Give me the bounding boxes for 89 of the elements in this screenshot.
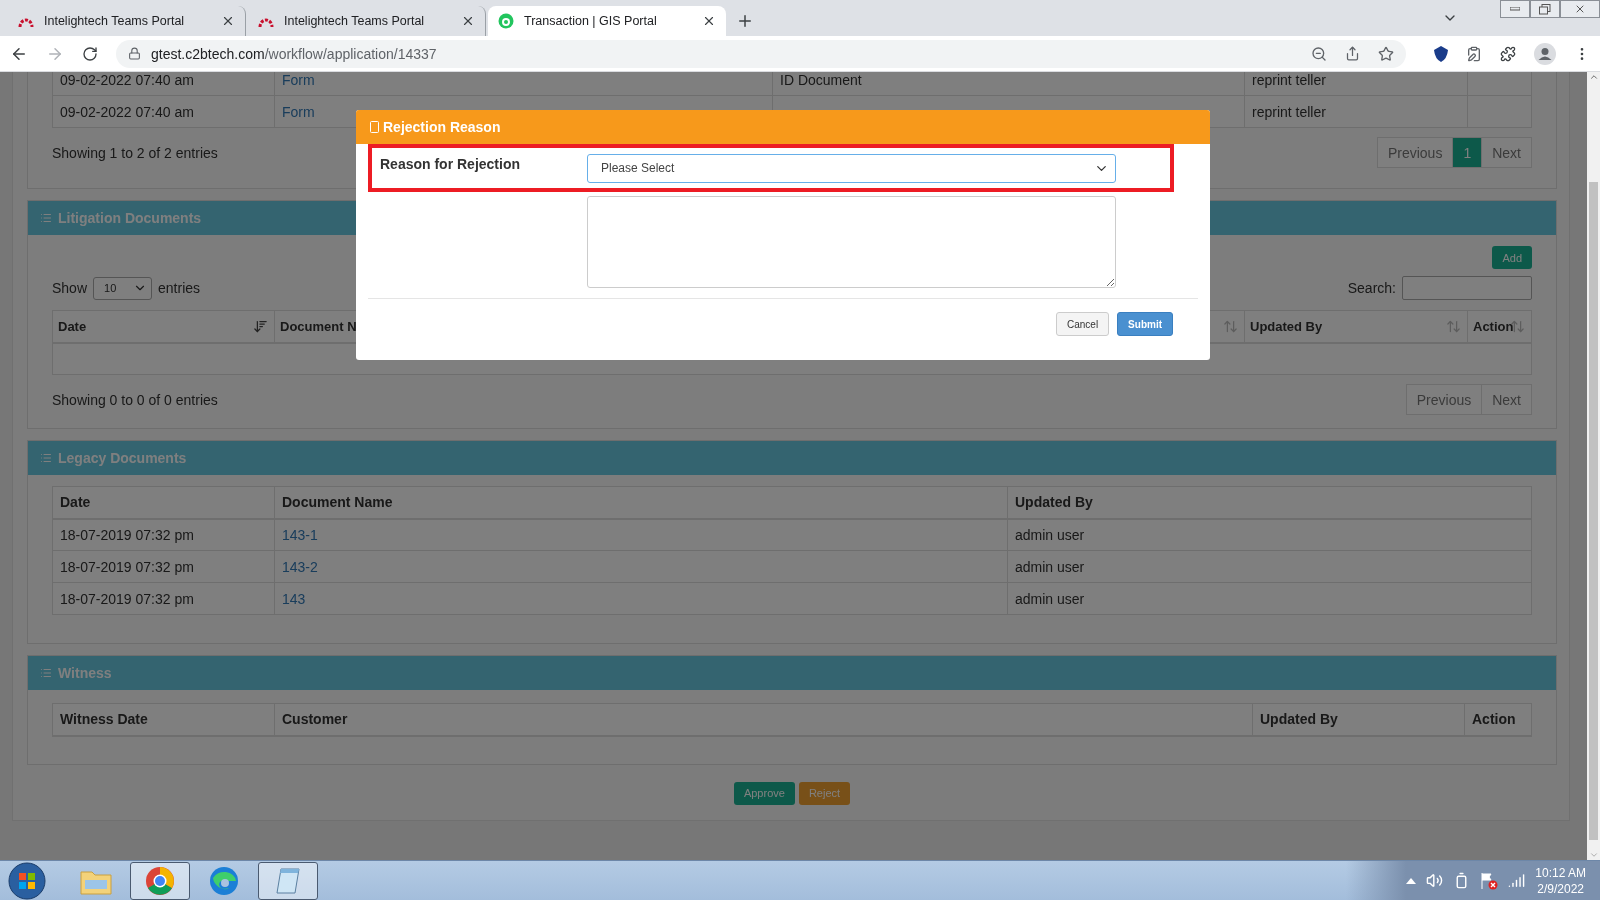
page-size-select[interactable]: 10 [93, 276, 153, 300]
sort-icon[interactable] [253, 319, 268, 334]
scroll-up-icon[interactable] [1588, 72, 1599, 82]
reload-button[interactable] [82, 45, 98, 62]
search-field[interactable] [1402, 276, 1532, 300]
lock-icon[interactable] [128, 47, 141, 60]
address-bar[interactable]: gtest.c2btech.com/workflow/application/14337 [116, 39, 1406, 68]
cell-text: ID Document [780, 72, 862, 88]
close-icon[interactable] [702, 14, 716, 28]
document-link[interactable]: 143 [282, 590, 306, 607]
minimize-icon [1510, 7, 1520, 11]
cancel-button[interactable]: Cancel [1055, 312, 1110, 336]
taskbar-app[interactable] [258, 861, 318, 900]
cell-text: reprint teller [1252, 103, 1326, 120]
next-button[interactable]: Next [1481, 384, 1532, 415]
signal-icon[interactable] [1508, 872, 1526, 889]
notepad-icon [273, 865, 303, 896]
avatar-icon[interactable] [1534, 42, 1556, 65]
previous-button[interactable]: Previous [1405, 384, 1483, 415]
column-header: Document Name [274, 486, 1008, 519]
start-button[interactable] [8, 861, 46, 900]
clipboard-icon[interactable] [1466, 45, 1482, 62]
cell-text: admin user [1015, 526, 1085, 543]
cell-text: 09-02-2022 07:40 am [60, 72, 194, 88]
taskbar-app[interactable] [130, 861, 190, 900]
tablet-icon [370, 121, 379, 133]
column-header: Date [52, 486, 275, 519]
comment-field[interactable] [587, 196, 1116, 288]
submit-button[interactable]: Submit [1117, 312, 1173, 336]
chrome-icon [145, 865, 175, 896]
close-icon[interactable] [461, 14, 475, 28]
entries-info: Showing 1 to 2 of 2 entries [52, 144, 218, 161]
new-tab-icon[interactable] [736, 12, 754, 30]
cell-text: 09-02-2022 07:40 am [60, 103, 194, 120]
section-header: Witness [28, 656, 1556, 690]
cell-text: admin user [1015, 558, 1085, 575]
shield-icon[interactable] [1434, 45, 1448, 62]
column-header[interactable]: Updated By [1244, 310, 1468, 343]
edge-icon [209, 865, 239, 896]
globe-icon [498, 13, 514, 29]
share-icon[interactable] [1345, 46, 1360, 61]
document-link[interactable]: Form [282, 103, 315, 120]
add-button[interactable]: Add [1492, 246, 1532, 269]
next-button[interactable]: Next [1481, 137, 1532, 168]
clock[interactable]: 10:12 AM 2/9/2022 [1535, 864, 1586, 897]
star-icon[interactable] [1378, 45, 1394, 62]
field-label: Reason for Rejection [380, 156, 522, 172]
search-label: Search: [1347, 280, 1396, 296]
column-header: Updated By [1252, 703, 1465, 736]
reason-select[interactable]: Please Select [587, 153, 1116, 183]
document-link[interactable]: 143-2 [282, 558, 318, 575]
column-header[interactable]: Action [1467, 310, 1532, 343]
section-header: Legacy Documents [28, 441, 1556, 475]
column-header: Action [1464, 703, 1532, 736]
browser-tab[interactable]: Transaction | GIS Portal [488, 6, 726, 36]
approve-button[interactable]: Approve [733, 781, 795, 805]
entries-label: entries [158, 280, 201, 296]
show-label: Show [52, 280, 88, 296]
page-button[interactable]: 1 [1452, 137, 1483, 168]
column-header[interactable]: Date [52, 310, 275, 343]
close-button[interactable] [1560, 0, 1600, 18]
flag-icon[interactable] [1480, 871, 1499, 890]
cell-text: 18-07-2019 07:32 pm [60, 526, 194, 543]
cell-text: admin user [1015, 590, 1085, 607]
minimize-button[interactable] [1500, 0, 1530, 18]
cell-text: reprint teller [1252, 72, 1326, 88]
list-icon [40, 212, 52, 224]
dialog-header: Rejection Reason [356, 110, 1210, 144]
column-header: Updated By [1007, 486, 1532, 519]
restore-button[interactable] [1530, 0, 1560, 18]
close-icon[interactable] [221, 14, 235, 28]
previous-button[interactable]: Previous [1376, 137, 1454, 168]
cell-text: 18-07-2019 07:32 pm [60, 590, 194, 607]
speaker-icon[interactable] [1426, 872, 1444, 889]
zoom-out-icon[interactable] [1311, 45, 1327, 62]
close-icon [1574, 3, 1586, 15]
extensions-icon[interactable] [1500, 45, 1516, 62]
reject-button[interactable]: Reject [798, 781, 851, 805]
cell-text: 18-07-2019 07:32 pm [60, 558, 194, 575]
list-icon [40, 667, 52, 679]
column-header: Witness Date [52, 703, 275, 736]
document-link[interactable]: 143-1 [282, 526, 318, 543]
document-link[interactable]: Form [282, 72, 315, 88]
entries-info: Showing 0 to 0 of 0 entries [52, 391, 218, 408]
tray-arrow-icon[interactable] [1406, 877, 1417, 884]
restore-icon [1539, 3, 1551, 15]
scroll-thumb[interactable] [1589, 182, 1598, 840]
list-icon [40, 452, 52, 464]
column-header: Customer [274, 703, 1253, 736]
